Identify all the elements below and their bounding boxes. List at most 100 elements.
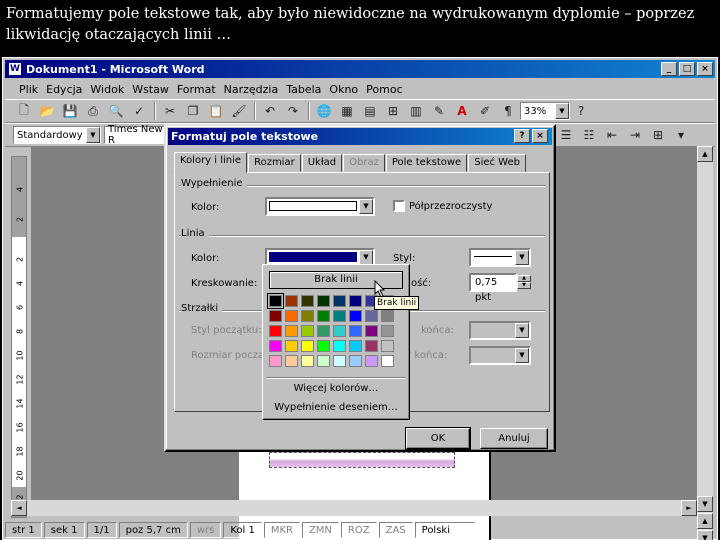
paste-icon[interactable]: 📋 — [205, 101, 227, 121]
tab-textbox[interactable]: Pole tekstowe — [385, 154, 468, 172]
color-swatch[interactable] — [269, 325, 282, 337]
borders-icon[interactable]: ⊞ — [647, 125, 669, 145]
color-swatch[interactable] — [301, 310, 314, 322]
color-swatch[interactable] — [267, 293, 284, 309]
menu-okno[interactable]: Okno — [325, 83, 362, 96]
cut-icon[interactable]: ✂ — [159, 101, 181, 121]
decrease-indent-icon[interactable]: ⇤ — [601, 125, 623, 145]
tab-web[interactable]: Sieć Web — [468, 154, 526, 172]
color-swatch[interactable] — [269, 340, 282, 352]
status-mkr[interactable]: MKR — [263, 522, 300, 538]
color-swatch[interactable] — [285, 310, 298, 322]
color-swatch[interactable] — [285, 295, 298, 307]
chevron-down-icon[interactable]: ▼ — [555, 103, 569, 119]
chevron-down-icon[interactable]: ▼ — [515, 250, 529, 265]
color-swatch[interactable] — [285, 355, 298, 367]
color-swatch[interactable] — [381, 325, 394, 337]
menu-plik[interactable]: Plik — [5, 83, 42, 96]
color-swatch[interactable] — [317, 295, 330, 307]
text-box[interactable] — [269, 452, 455, 468]
columns-icon[interactable]: ▥ — [405, 101, 427, 121]
close-button[interactable]: × — [697, 62, 713, 76]
status-zas[interactable]: ZAS — [378, 522, 413, 538]
color-swatch[interactable] — [301, 295, 314, 307]
scroll-up-icon[interactable]: ▲ — [697, 146, 713, 162]
color-swatch[interactable] — [333, 340, 346, 352]
new-document-icon[interactable]: 🗋 — [13, 101, 35, 121]
insert-table-icon[interactable]: ▤ — [359, 101, 381, 121]
menu-format[interactable]: Format — [173, 83, 220, 96]
semi-transparent-checkbox[interactable] — [393, 200, 405, 212]
color-swatch[interactable] — [381, 340, 394, 352]
style-combo[interactable]: Standardowy ▼ — [13, 126, 101, 144]
minimize-button[interactable]: _ — [661, 62, 677, 76]
color-swatch[interactable] — [317, 340, 330, 352]
color-swatch[interactable] — [365, 325, 378, 337]
color-swatch[interactable] — [333, 295, 346, 307]
color-swatch[interactable] — [333, 310, 346, 322]
font-combo[interactable]: Times New R — [104, 124, 164, 146]
color-swatch[interactable] — [365, 355, 378, 367]
color-swatch[interactable] — [301, 355, 314, 367]
color-swatch[interactable] — [349, 355, 362, 367]
insert-excel-icon[interactable]: ⊞ — [382, 101, 404, 121]
color-swatch[interactable] — [349, 295, 362, 307]
patterns-item[interactable]: Wypełnienie deseniem… — [269, 402, 403, 413]
color-swatch[interactable] — [349, 310, 362, 322]
scroll-right-icon[interactable]: ► — [681, 500, 697, 516]
color-swatch[interactable] — [269, 310, 282, 322]
numbering-icon[interactable]: ☷ — [578, 125, 600, 145]
line-style-select[interactable]: ▼ — [469, 248, 531, 267]
horizontal-scrollbar[interactable]: ◄ ► — [11, 500, 697, 516]
maximize-button[interactable]: □ — [679, 62, 695, 76]
spin-down-icon[interactable]: ▼ — [517, 282, 531, 289]
chevron-down-icon[interactable]: ▼ — [359, 199, 373, 214]
color-swatch[interactable] — [301, 340, 314, 352]
increase-indent-icon[interactable]: ⇥ — [624, 125, 646, 145]
word-app-icon[interactable]: W — [8, 62, 22, 76]
undo-icon[interactable]: ↶ — [259, 101, 281, 121]
color-swatch[interactable] — [365, 310, 378, 322]
menu-wstaw[interactable]: Wstaw — [128, 83, 173, 96]
menu-tabela[interactable]: Tabela — [282, 83, 325, 96]
fill-color-select[interactable]: ▼ — [265, 197, 375, 216]
spin-up-icon[interactable]: ▲ — [517, 275, 531, 282]
tab-size[interactable]: Rozmiar — [248, 154, 301, 172]
drawing-icon[interactable]: ✎ — [428, 101, 450, 121]
tab-layout[interactable]: Układ — [301, 154, 343, 172]
zoom-combo[interactable]: 33% ▼ — [520, 102, 570, 120]
show-marks-icon[interactable]: ¶ — [497, 101, 519, 121]
scroll-down-icon[interactable]: ▼ — [697, 496, 713, 512]
menu-edycja[interactable]: Edycja — [42, 83, 86, 96]
more-colors-item[interactable]: Więcej kolorów… — [269, 383, 403, 394]
color-swatch[interactable] — [365, 340, 378, 352]
help-icon[interactable]: ? — [514, 129, 530, 143]
bullets-icon[interactable]: ☰ — [555, 125, 577, 145]
color-swatch[interactable] — [317, 310, 330, 322]
color-swatch[interactable] — [381, 310, 394, 322]
ok-button[interactable]: OK — [405, 427, 471, 450]
weight-spinner[interactable]: ▲ ▼ — [517, 275, 531, 290]
print-preview-icon[interactable]: 🔍 — [105, 101, 127, 121]
color-swatch[interactable] — [349, 325, 362, 337]
color-swatch[interactable] — [349, 340, 362, 352]
chevron-down-icon[interactable]: ▼ — [359, 250, 373, 265]
cancel-button[interactable]: Anuluj — [480, 428, 548, 449]
color-swatch[interactable] — [317, 355, 330, 367]
hyperlink-icon[interactable]: 🌐 — [313, 101, 335, 121]
color-swatch[interactable] — [381, 355, 394, 367]
redo-icon[interactable]: ↷ — [282, 101, 304, 121]
chevron-down-icon[interactable]: ▾ — [670, 125, 692, 145]
font-color-icon[interactable]: A — [451, 101, 473, 121]
color-swatch[interactable] — [317, 325, 330, 337]
menu-narzedzia[interactable]: Narzędzia — [220, 83, 283, 96]
tables-borders-icon[interactable]: ▦ — [336, 101, 358, 121]
menu-pomoc[interactable]: Pomoc — [362, 83, 406, 96]
open-folder-icon[interactable]: 📂 — [36, 101, 58, 121]
help-icon[interactable]: ? — [570, 101, 592, 121]
save-icon[interactable]: 💾 — [59, 101, 81, 121]
tab-colors-lines[interactable]: Kolory i linie — [174, 152, 248, 173]
print-icon[interactable]: ⎙ — [82, 101, 104, 121]
close-icon[interactable]: × — [532, 129, 548, 143]
status-roz[interactable]: ROZ — [340, 522, 377, 538]
